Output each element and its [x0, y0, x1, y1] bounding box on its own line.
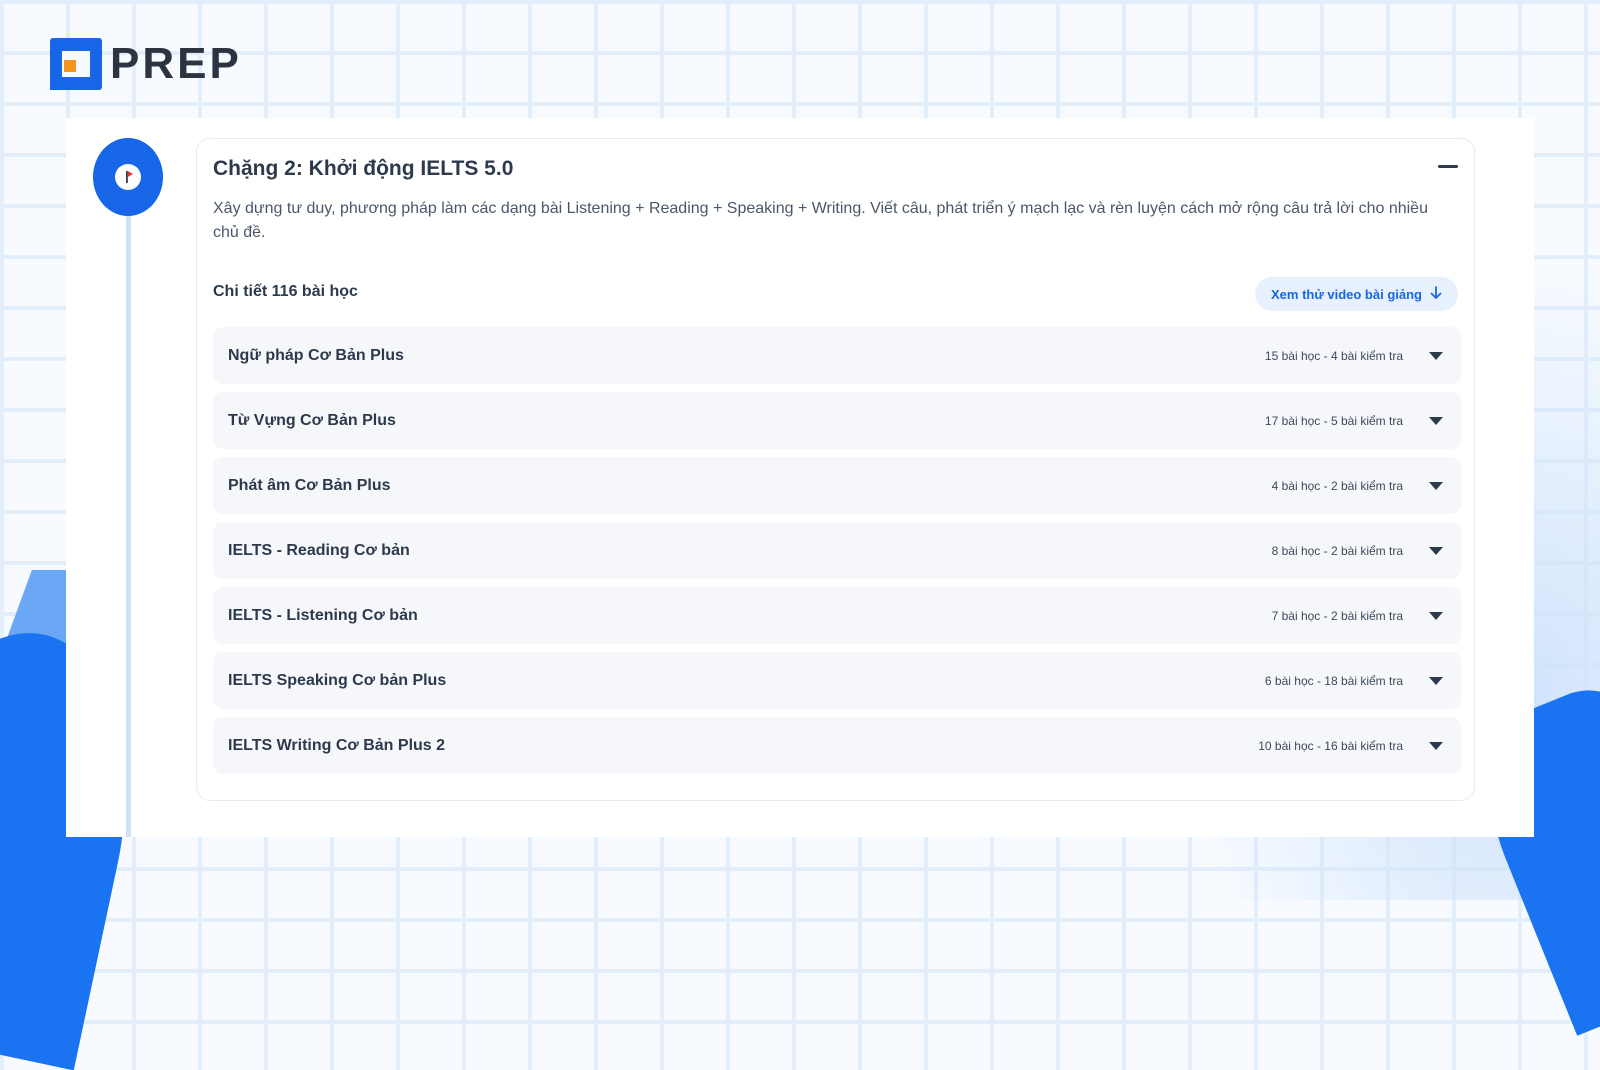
module-name: IELTS - Listening Cơ bản — [228, 606, 418, 624]
module-name: Từ Vựng Cơ Bản Plus — [228, 411, 396, 429]
module-row[interactable]: IELTS - Reading Cơ bản 8 bài học - 2 bài… — [213, 522, 1461, 579]
lesson-count-label: Chi tiết 116 bài học — [213, 283, 358, 300]
module-meta: 10 bài học - 16 bài kiểm tra — [1258, 738, 1403, 753]
module-row[interactable]: IELTS Speaking Cơ bản Plus 6 bài học - 1… — [213, 652, 1461, 709]
brand-name: PREP — [110, 39, 242, 88]
timeline-marker — [93, 138, 163, 216]
caret-down-icon[interactable] — [1429, 676, 1443, 685]
caret-down-icon[interactable] — [1429, 351, 1443, 360]
module-row[interactable]: Ngữ pháp Cơ Bản Plus 15 bài học - 4 bài … — [213, 327, 1461, 384]
module-name: Phát âm Cơ Bản Plus — [228, 476, 391, 494]
module-meta: 4 bài học - 2 bài kiểm tra — [1271, 478, 1403, 493]
module-list: Ngữ pháp Cơ Bản Plus 15 bài học - 4 bài … — [213, 327, 1461, 782]
stage-title: Chặng 2: Khởi động IELTS 5.0 — [213, 157, 514, 180]
arrow-down-icon — [1430, 285, 1442, 303]
caret-down-icon[interactable] — [1429, 416, 1443, 425]
flag-icon — [115, 164, 141, 190]
logo-icon — [50, 38, 102, 90]
preview-video-label: Xem thử video bài giảng — [1271, 286, 1422, 302]
module-meta: 15 bài học - 4 bài kiểm tra — [1264, 348, 1403, 363]
module-meta: 8 bài học - 2 bài kiểm tra — [1271, 543, 1403, 558]
module-row[interactable]: IELTS Writing Cơ Bản Plus 2 10 bài học -… — [213, 717, 1461, 774]
stage-description: Xây dựng tư duy, phương pháp làm các dạn… — [213, 200, 1428, 241]
module-name: Ngữ pháp Cơ Bản Plus — [228, 346, 404, 364]
caret-down-icon[interactable] — [1429, 741, 1443, 750]
caret-down-icon[interactable] — [1429, 611, 1443, 620]
module-row[interactable]: IELTS - Listening Cơ bản 7 bài học - 2 b… — [213, 587, 1461, 644]
module-meta: 6 bài học - 18 bài kiểm tra — [1264, 673, 1403, 688]
preview-video-button[interactable]: Xem thử video bài giảng — [1255, 277, 1458, 311]
module-name: IELTS - Reading Cơ bản — [228, 541, 410, 559]
timeline-line — [126, 213, 131, 837]
caret-down-icon[interactable] — [1429, 546, 1443, 555]
caret-down-icon[interactable] — [1429, 481, 1443, 490]
stage-card: Chặng 2: Khởi động IELTS 5.0 Xây dựng tư… — [196, 138, 1475, 801]
minus-icon[interactable] — [1438, 165, 1458, 168]
module-name: IELTS Speaking Cơ bản Plus — [228, 671, 447, 689]
module-row[interactable]: Phát âm Cơ Bản Plus 4 bài học - 2 bài ki… — [213, 457, 1461, 514]
module-meta: 7 bài học - 2 bài kiểm tra — [1271, 608, 1403, 623]
module-meta: 17 bài học - 5 bài kiểm tra — [1264, 413, 1403, 428]
module-name: IELTS Writing Cơ Bản Plus 2 — [228, 736, 446, 754]
course-stage-panel: Chặng 2: Khởi động IELTS 5.0 Xây dựng tư… — [66, 118, 1534, 837]
brand-logo[interactable]: PREP — [50, 38, 242, 90]
module-row[interactable]: Từ Vựng Cơ Bản Plus 17 bài học - 5 bài k… — [213, 392, 1461, 449]
